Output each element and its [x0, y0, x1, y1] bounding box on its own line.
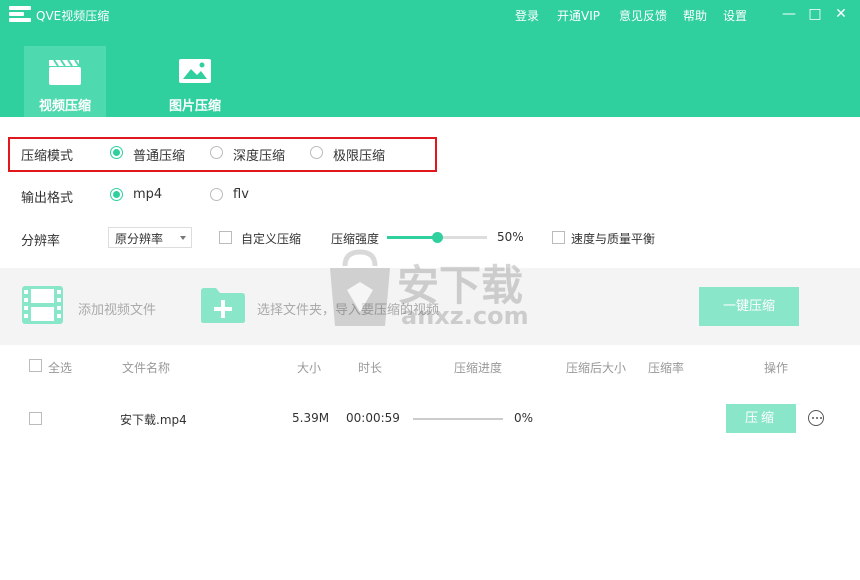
tab-image-compress[interactable]: 图片压缩	[154, 46, 236, 117]
slider-fill	[387, 236, 437, 239]
column-header-action: 操作	[764, 361, 789, 375]
chevron-down-icon	[180, 236, 186, 240]
select-all-label[interactable]: 全选	[48, 359, 72, 376]
menu-vip[interactable]: 开通VIP	[557, 7, 600, 24]
menu-settings[interactable]: 设置	[723, 7, 747, 24]
tab-label: 视频压缩	[38, 99, 91, 114]
balance-label[interactable]: 速度与质量平衡	[571, 230, 655, 247]
mode-deep-label[interactable]: 深度压缩	[233, 145, 285, 164]
column-header-progress: 压缩进度	[454, 361, 503, 375]
tab-label: 图片压缩	[168, 99, 221, 114]
format-flv-radio[interactable]	[210, 188, 223, 201]
column-header-duration: 时长	[358, 361, 383, 375]
column-header-compressed-size: 压缩后大小	[566, 361, 627, 375]
menu-feedback[interactable]: 意见反馈	[619, 7, 667, 24]
minimize-button[interactable]: —	[778, 4, 800, 24]
mode-normal-radio[interactable]	[110, 146, 123, 159]
column-header-size: 大小	[297, 361, 322, 375]
file-size: 5.39M	[292, 411, 330, 425]
resolution-select[interactable]: 原分辨率	[108, 227, 192, 248]
mode-extreme-radio[interactable]	[310, 146, 323, 159]
watermark: 安下载 anxz.com	[325, 246, 545, 336]
strength-value: 50%	[497, 230, 524, 244]
file-duration: 00:00:59	[346, 411, 400, 425]
balance-checkbox[interactable]	[552, 231, 565, 244]
progress-text: 0%	[514, 411, 534, 425]
format-label: 输出格式	[21, 191, 74, 206]
custom-compress-label[interactable]: 自定义压缩	[241, 230, 301, 247]
column-header-name: 文件名称	[122, 361, 171, 375]
folder-add-icon[interactable]	[200, 287, 246, 324]
more-options-icon[interactable]	[808, 410, 824, 426]
mode-normal-label[interactable]: 普通压缩	[133, 145, 185, 164]
strength-label: 压缩强度	[331, 232, 380, 246]
menu-login[interactable]: 登录	[515, 7, 539, 24]
app-title: QVE视频压缩	[36, 9, 110, 23]
mode-deep-radio[interactable]	[210, 146, 223, 159]
format-mp4-radio[interactable]	[110, 188, 123, 201]
strength-slider[interactable]	[387, 232, 487, 243]
shield-bag-icon	[330, 249, 390, 326]
image-icon	[179, 59, 211, 83]
one-click-compress-button[interactable]: 一键压缩	[699, 287, 799, 326]
file-name: 安下载.mp4	[120, 413, 187, 427]
maximize-button[interactable]: □	[804, 4, 826, 24]
menu-help[interactable]: 帮助	[683, 7, 707, 24]
format-mp4-label[interactable]: mp4	[133, 187, 162, 202]
close-button[interactable]: ✕	[830, 4, 852, 24]
resolution-value: 原分辨率	[115, 232, 164, 246]
resolution-label: 分辨率	[21, 234, 61, 249]
tab-video-compress[interactable]: 视频压缩	[24, 46, 106, 117]
progress-bar	[413, 418, 503, 420]
clapperboard-icon	[49, 59, 81, 85]
format-flv-label[interactable]: flv	[233, 187, 249, 202]
mode-extreme-label[interactable]: 极限压缩	[333, 145, 385, 164]
app-logo-icon	[9, 6, 31, 23]
select-all-checkbox[interactable]	[29, 359, 42, 372]
row-checkbox[interactable]	[29, 412, 42, 425]
film-icon[interactable]	[21, 285, 64, 325]
watermark-domain: anxz.com	[401, 302, 529, 330]
compress-button[interactable]: 压缩	[726, 404, 796, 433]
add-video-link[interactable]: 添加视频文件	[78, 299, 156, 318]
header: QVE视频压缩 登录 开通VIP 意见反馈 帮助 设置 — □ ✕ 视频压缩 图…	[0, 0, 860, 117]
custom-compress-checkbox[interactable]	[219, 231, 232, 244]
title-bar: QVE视频压缩 登录 开通VIP 意见反馈 帮助 设置 — □ ✕	[0, 0, 860, 30]
slider-thumb[interactable]	[432, 232, 443, 243]
column-header-ratio: 压缩率	[648, 361, 685, 375]
mode-label: 压缩模式	[21, 149, 74, 164]
